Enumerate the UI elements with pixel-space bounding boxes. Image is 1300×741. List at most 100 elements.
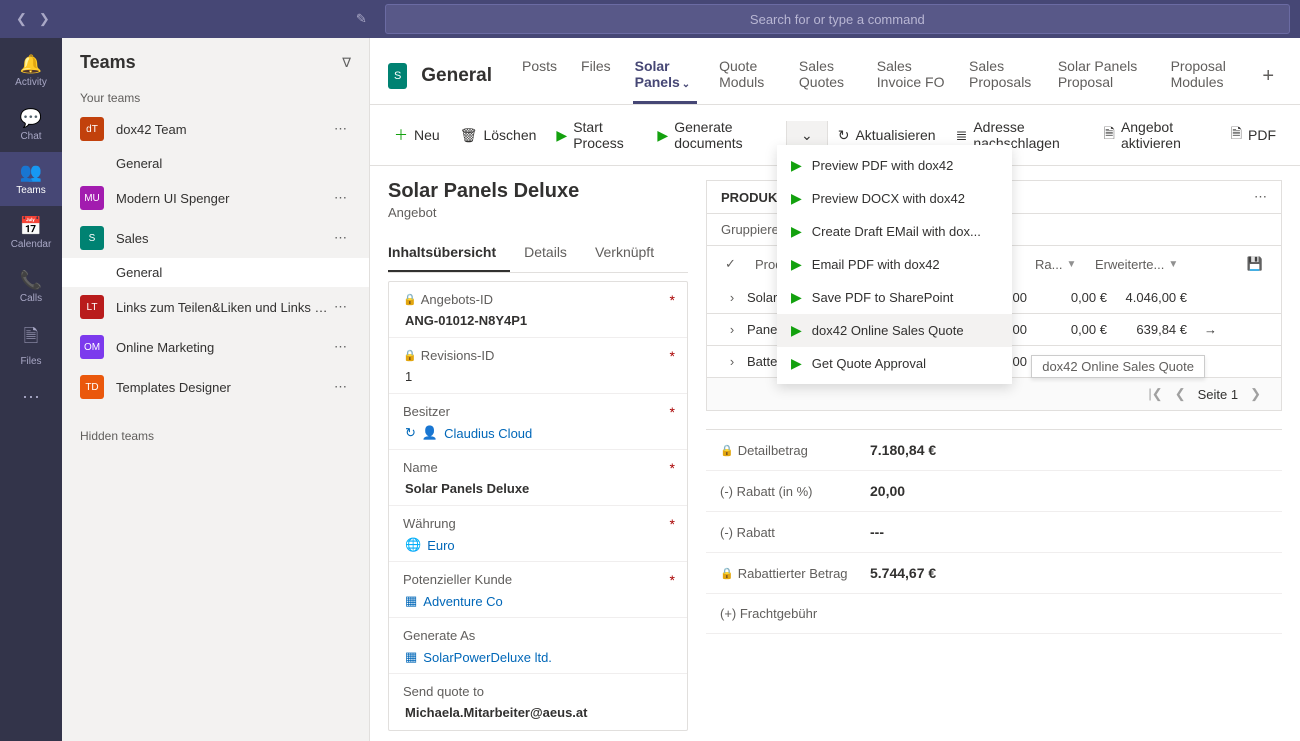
field-value[interactable]: ▦SolarPowerDeluxe ltd.: [403, 649, 673, 665]
team-item[interactable]: MUModern UI Spenger⋯: [62, 178, 369, 218]
hidden-teams-label: Hidden teams: [62, 425, 369, 447]
pager-page: Seite 1: [1198, 387, 1238, 402]
lock-icon: 🔒: [720, 444, 734, 457]
channel-tab[interactable]: Posts: [510, 48, 569, 104]
summary-label: 🔒Detailbetrag: [720, 442, 870, 458]
products-more-icon[interactable]: ⋯: [1254, 189, 1267, 205]
field-label: Besitzer: [403, 404, 673, 419]
activate-quote-button[interactable]: 🗎Angebot aktivieren: [1094, 113, 1221, 157]
rail-item-activity[interactable]: 🔔Activity: [0, 44, 62, 98]
rail-item-teams[interactable]: 👥Teams: [0, 152, 62, 206]
channel-tab[interactable]: Solar Panels Proposal: [1046, 48, 1159, 104]
rail-item-calls[interactable]: 📞Calls: [0, 260, 62, 314]
pager-first-icon[interactable]: |❮: [1148, 386, 1162, 402]
team-more-icon[interactable]: ⋯: [330, 339, 351, 355]
new-button[interactable]: ＋Neu: [384, 119, 450, 151]
check-column[interactable]: ✓: [717, 252, 747, 276]
delete-button[interactable]: 🗑Löschen: [450, 121, 547, 150]
team-item[interactable]: SSales⋯: [62, 218, 369, 258]
save-icon[interactable]: 💾: [1239, 252, 1271, 276]
field[interactable]: Generate As▦SolarPowerDeluxe ltd.: [389, 618, 687, 674]
field[interactable]: Send quote toMichaela.Mitarbeiter@aeus.a…: [389, 674, 687, 730]
add-tab-button[interactable]: +: [1254, 65, 1282, 88]
field-value: Michaela.Mitarbeiter@aeus.at: [403, 705, 673, 720]
team-name: dox42 Team: [116, 122, 330, 137]
field[interactable]: 🔒Angebots-IDANG-01012-N8Y4P1*: [389, 282, 687, 338]
column-header[interactable]: Ra...▼: [1027, 253, 1087, 276]
expand-icon[interactable]: ›: [717, 322, 747, 337]
team-name: Sales: [116, 231, 330, 246]
field-value[interactable]: ▦Adventure Co: [403, 593, 673, 609]
team-more-icon[interactable]: ⋯: [330, 230, 351, 246]
expand-icon[interactable]: ›: [717, 354, 747, 369]
pdf-button[interactable]: 🗎PDF: [1221, 117, 1286, 153]
dropdown-item[interactable]: ▶dox42 Online Sales Quote: [777, 314, 1012, 347]
summary-row: (-) Rabatt---: [706, 512, 1282, 553]
rail-item-files[interactable]: 🗎Files: [0, 314, 62, 377]
play-icon: ▶: [791, 256, 802, 273]
filter-icon[interactable]: ∇: [342, 55, 351, 71]
channel-tab[interactable]: Sales Invoice FO: [865, 48, 957, 104]
channel-tab[interactable]: Files: [569, 48, 623, 104]
team-more-icon[interactable]: ⋯: [330, 299, 351, 315]
summary-section: 🔒Detailbetrag7.180,84 €(-) Rabatt (in %)…: [706, 429, 1282, 634]
channel-item[interactable]: General: [62, 149, 369, 178]
expand-icon[interactable]: ›: [717, 290, 747, 305]
channel-item[interactable]: General: [62, 258, 369, 287]
field-value: ANG-01012-N8Y4P1: [403, 313, 673, 328]
dropdown-item[interactable]: ▶Create Draft EMail with dox...: [777, 215, 1012, 248]
pager-next-icon[interactable]: ❯: [1250, 386, 1261, 402]
team-item[interactable]: TDTemplates Designer⋯: [62, 367, 369, 407]
play-icon: ▶: [791, 355, 802, 372]
summary-row: (+) Frachtgebühr: [706, 594, 1282, 634]
team-name: Links zum Teilen&Liken und Links zu i...: [116, 300, 330, 315]
field[interactable]: 🔒Revisions-ID1*: [389, 338, 687, 394]
channel-header: S General PostsFilesSolar Panels⌄Quote M…: [370, 38, 1300, 105]
pager-prev-icon[interactable]: ❮: [1175, 386, 1186, 402]
field[interactable]: Potenzieller Kunde▦Adventure Co*: [389, 562, 687, 618]
field[interactable]: NameSolar Panels Deluxe*: [389, 450, 687, 506]
record-subtitle: Angebot: [388, 205, 688, 220]
detail-tab[interactable]: Inhaltsübersicht: [388, 236, 510, 272]
dropdown-item[interactable]: ▶Get Quote Approval: [777, 347, 1012, 380]
team-more-icon[interactable]: ⋯: [330, 121, 351, 137]
nav-forward-icon[interactable]: ❯: [33, 7, 56, 31]
channel-tab[interactable]: Sales Quotes: [787, 48, 865, 104]
team-more-icon[interactable]: ⋯: [330, 190, 351, 206]
dropdown-item[interactable]: ▶Save PDF to SharePoint: [777, 281, 1012, 314]
field[interactable]: Währung🌐Euro*: [389, 506, 687, 562]
summary-value: 5.744,67 €: [870, 565, 936, 581]
dropdown-item[interactable]: ▶Preview PDF with dox42: [777, 149, 1012, 182]
arrow-right-icon[interactable]: →: [1187, 322, 1217, 337]
start-process-button[interactable]: ▶Start Process: [546, 113, 647, 157]
search-input[interactable]: Search for or type a command: [385, 4, 1290, 34]
summary-row: 🔒Rabattierter Betrag5.744,67 €: [706, 553, 1282, 594]
field-value[interactable]: ↻👤Claudius Cloud: [403, 425, 673, 441]
nav-back-icon[interactable]: ❮: [10, 7, 33, 31]
column-header[interactable]: Erweiterte...▼: [1087, 253, 1187, 276]
field-value[interactable]: 🌐Euro: [403, 537, 673, 553]
generate-documents-button[interactable]: ▶Generate documents: [647, 113, 786, 157]
rail-item-calendar[interactable]: 📅Calendar: [0, 206, 62, 260]
team-item[interactable]: dTdox42 Team⋯: [62, 109, 369, 149]
team-more-icon[interactable]: ⋯: [330, 379, 351, 395]
team-item[interactable]: OMOnline Marketing⋯: [62, 327, 369, 367]
detail-tab[interactable]: Verknüpft: [595, 236, 668, 272]
compose-icon[interactable]: ✎: [356, 11, 367, 27]
dropdown-item[interactable]: ▶Preview DOCX with dox42: [777, 182, 1012, 215]
field[interactable]: Besitzer↻👤Claudius Cloud*: [389, 394, 687, 450]
rail-more[interactable]: ⋯: [0, 377, 62, 420]
channel-tab[interactable]: Quote Moduls: [707, 48, 787, 104]
teams-icon: 👥: [20, 162, 42, 183]
sidebar-title: Teams: [80, 52, 136, 73]
rail-item-chat[interactable]: 💬Chat: [0, 98, 62, 152]
filter-icon: ▼: [1168, 259, 1178, 270]
channel-tab[interactable]: Proposal Modules: [1159, 48, 1255, 104]
channel-tab[interactable]: Sales Proposals: [957, 48, 1046, 104]
summary-value: 20,00: [870, 483, 905, 499]
detail-tab[interactable]: Details: [524, 236, 581, 272]
channel-tab[interactable]: Solar Panels⌄: [623, 48, 707, 104]
dropdown-item[interactable]: ▶Email PDF with dox42: [777, 248, 1012, 281]
team-item[interactable]: LTLinks zum Teilen&Liken und Links zu i.…: [62, 287, 369, 327]
chat-icon: 💬: [20, 108, 42, 129]
